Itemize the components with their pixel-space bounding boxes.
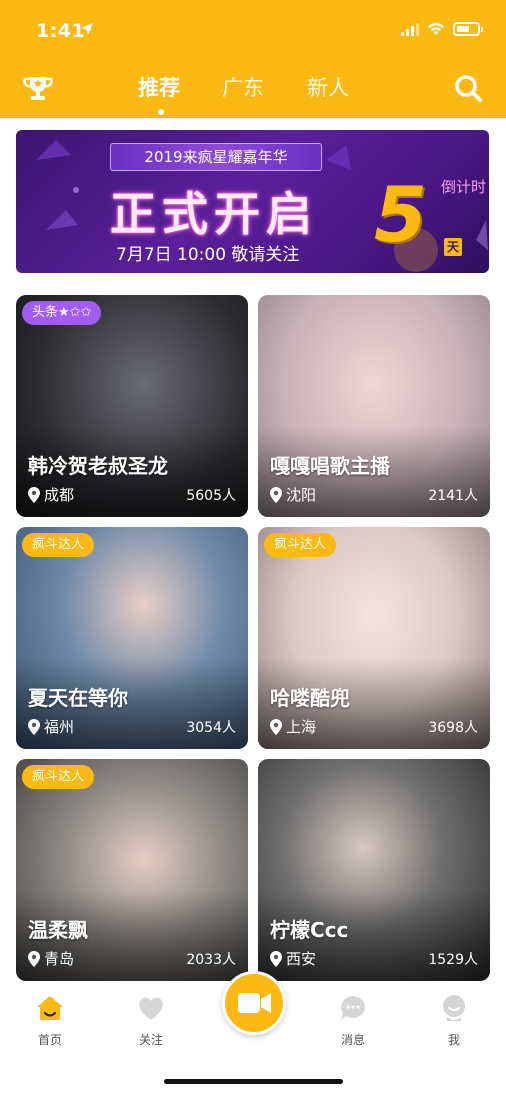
- card-title: 嘎嘎唱歌主播: [270, 454, 390, 478]
- card-city-label: 成都: [44, 486, 75, 504]
- card-location: 西安: [270, 948, 316, 969]
- fighter-badge: 疯斗达人: [264, 533, 337, 557]
- card-title: 夏天在等你: [28, 686, 128, 710]
- banner-countdown-label: 倒计时: [441, 178, 487, 196]
- stream-card[interactable]: 柠檬Ccc 西安 1529人: [258, 759, 490, 981]
- location-pin-icon: [270, 486, 282, 503]
- tabbar-messages[interactable]: 消息: [323, 993, 383, 1048]
- stream-card[interactable]: 头条★✩✩ 韩冷贺老叔圣龙 成都 5605人: [16, 295, 248, 517]
- video-camera-icon: [238, 993, 271, 1013]
- headline-badge: 头条★✩✩: [22, 301, 102, 325]
- location-pin-icon: [28, 718, 40, 735]
- search-icon[interactable]: [452, 72, 484, 104]
- tabbar-me-label: 我: [447, 1033, 460, 1047]
- location-pin-icon: [270, 950, 282, 967]
- go-live-button[interactable]: [222, 971, 286, 1035]
- tabbar-messages-label: 消息: [340, 1033, 365, 1047]
- active-tab-indicator: [158, 109, 164, 115]
- heart-icon: [139, 997, 163, 1020]
- card-location: 成都: [28, 484, 74, 505]
- card-viewer-count: 3698人: [428, 720, 478, 736]
- banner-countdown-unit: 天: [444, 238, 462, 256]
- card-location: 福州: [28, 716, 74, 737]
- fighter-badge: 疯斗达人: [22, 533, 95, 557]
- card-city-label: 青岛: [44, 950, 75, 968]
- top-header: 1:41 推荐 广东 新人: [0, 0, 506, 118]
- fighter-badge: 疯斗达人: [22, 765, 95, 789]
- card-city-label: 西安: [286, 950, 317, 968]
- stream-card[interactable]: 嘎嘎唱歌主播 沈阳 2141人: [258, 295, 490, 517]
- tabbar-home-label: 首页: [37, 1033, 62, 1047]
- top-tabs: 推荐 广东 新人: [0, 72, 506, 112]
- card-viewer-count: 1529人: [428, 952, 478, 968]
- banner-subtitle: 7月7日 10:00 敬请关注: [116, 245, 300, 265]
- card-title: 韩冷贺老叔圣龙: [28, 454, 168, 478]
- card-location: 青岛: [28, 948, 74, 969]
- card-viewer-count: 3054人: [186, 720, 236, 736]
- tabbar-follow-label: 关注: [138, 1033, 163, 1047]
- tabbar-follow[interactable]: 关注: [121, 993, 181, 1048]
- location-pin-icon: [270, 718, 282, 735]
- battery-icon: [453, 22, 483, 36]
- tabbar-me[interactable]: 我: [424, 993, 484, 1048]
- wifi-icon: [428, 23, 444, 35]
- card-city-label: 沈阳: [286, 486, 317, 504]
- card-city-label: 福州: [44, 718, 75, 736]
- tabbar-home[interactable]: 首页: [20, 993, 80, 1048]
- location-pin-icon: [28, 950, 40, 967]
- card-title: 哈喽酷兜: [270, 686, 350, 710]
- stream-card[interactable]: 疯斗达人 哈喽酷兜 上海 3698人: [258, 527, 490, 749]
- home-icon: [37, 996, 63, 1020]
- message-bubble-icon: [341, 996, 365, 1020]
- promo-banner[interactable]: 2019来疯星耀嘉年华 正式开启 7月7日 10:00 敬请关注 5 倒计时 天: [16, 130, 489, 273]
- stream-card[interactable]: 疯斗达人 夏天在等你 福州 3054人: [16, 527, 248, 749]
- card-viewer-count: 2141人: [428, 488, 478, 504]
- card-title: 温柔飘: [28, 918, 88, 942]
- banner-countdown-number: 5: [374, 170, 427, 259]
- home-indicator: [164, 1079, 343, 1084]
- location-pin-icon: [28, 486, 40, 503]
- banner-event-pill: 2019来疯星耀嘉年华: [110, 143, 322, 171]
- stream-card[interactable]: 疯斗达人 温柔飘 青岛 2033人: [16, 759, 248, 981]
- banner-title: 正式开启: [110, 187, 318, 241]
- status-indicators: [401, 22, 483, 36]
- tab-newcomers[interactable]: 新人: [307, 72, 349, 102]
- status-time: 1:41: [36, 20, 86, 42]
- signal-icon: [401, 22, 419, 36]
- card-viewer-count: 5605人: [186, 488, 236, 504]
- tab-recommend[interactable]: 推荐: [138, 72, 180, 102]
- profile-icon: [443, 995, 465, 1021]
- tab-guangdong[interactable]: 广东: [222, 72, 264, 102]
- card-location: 上海: [270, 716, 316, 737]
- card-viewer-count: 2033人: [186, 952, 236, 968]
- card-location: 沈阳: [270, 484, 316, 505]
- card-city-label: 上海: [286, 718, 317, 736]
- location-arrow-icon: [81, 23, 93, 35]
- card-title: 柠檬Ccc: [270, 918, 349, 942]
